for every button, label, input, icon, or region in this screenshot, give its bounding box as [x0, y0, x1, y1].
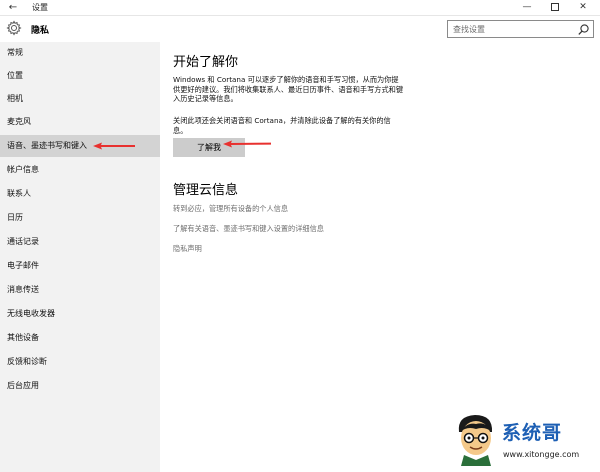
section-title-get-to-know-you: 开始了解你 [173, 55, 239, 70]
maximize-button[interactable] [541, 0, 569, 15]
sidebar-item-messaging[interactable]: 消息传送 [0, 279, 160, 301]
sidebar-item-feedback-diagnostics[interactable]: 反馈和诊断 [0, 351, 160, 373]
back-arrow-icon[interactable]: ← [6, 1, 20, 15]
title-bar: ← 设置 — ✕ [0, 0, 600, 16]
window-title: 设置 [32, 3, 48, 12]
link-privacy-statement[interactable]: 隐私声明 [173, 244, 202, 254]
watermark-title: 系统哥 [502, 422, 563, 444]
sidebar-item-background-apps[interactable]: 后台应用 [0, 375, 160, 397]
sidebar: 常规 位置 相机 麦克风 语音、墨迹书写和键入 帐户信息 联系人 日历 通话记录… [0, 42, 160, 472]
red-arrow-annotation [223, 140, 271, 148]
cartoon-face-icon [458, 415, 493, 466]
section-description: Windows 和 Cortana 可以逐步了解你的语音和手写习惯，从而为你提供… [173, 75, 404, 103]
search-icon[interactable] [577, 23, 590, 36]
close-button[interactable]: ✕ [569, 0, 597, 15]
search-input[interactable] [448, 21, 572, 37]
sidebar-item-account-info[interactable]: 帐户信息 [0, 159, 160, 181]
watermark-logo: 系统哥 www.xitongge.com [455, 410, 595, 470]
sidebar-item-camera[interactable]: 相机 [0, 88, 160, 110]
sidebar-item-general[interactable]: 常规 [0, 42, 160, 64]
gear-icon [6, 20, 22, 36]
sidebar-item-email[interactable]: 电子邮件 [0, 255, 160, 277]
main-content: 开始了解你 Windows 和 Cortana 可以逐步了解你的语音和手写习惯，… [160, 42, 600, 472]
section-note: 关闭此项还会关闭语音和 Cortana，并清除此设备了解的有关你的信息。 [173, 116, 391, 135]
link-manage-bing-info[interactable]: 转到必应，管理所有设备的个人信息 [173, 204, 288, 214]
sidebar-item-calendar[interactable]: 日历 [0, 207, 160, 229]
watermark-url: www.xitongge.com [503, 450, 580, 459]
link-learn-more-speech-settings[interactable]: 了解有关语音、墨迹书写和键入设置的详细信息 [173, 224, 324, 234]
sidebar-item-location[interactable]: 位置 [0, 65, 160, 87]
red-arrow-annotation [93, 142, 135, 150]
sidebar-item-microphone[interactable]: 麦克风 [0, 111, 160, 133]
page-title: 隐私 [31, 26, 50, 36]
sidebar-item-other-devices[interactable]: 其他设备 [0, 327, 160, 349]
minimize-button[interactable]: — [513, 0, 541, 15]
sidebar-item-contacts[interactable]: 联系人 [0, 183, 160, 205]
search-box[interactable] [447, 20, 594, 38]
maximize-icon [551, 2, 559, 11]
sidebar-item-speech-inking-typing[interactable]: 语音、墨迹书写和键入 [0, 135, 160, 157]
section-title-manage-cloud-info: 管理云信息 [173, 183, 239, 198]
header: 隐私 [0, 16, 600, 42]
sidebar-item-radios[interactable]: 无线电收发器 [0, 303, 160, 325]
sidebar-item-call-history[interactable]: 通话记录 [0, 231, 160, 253]
